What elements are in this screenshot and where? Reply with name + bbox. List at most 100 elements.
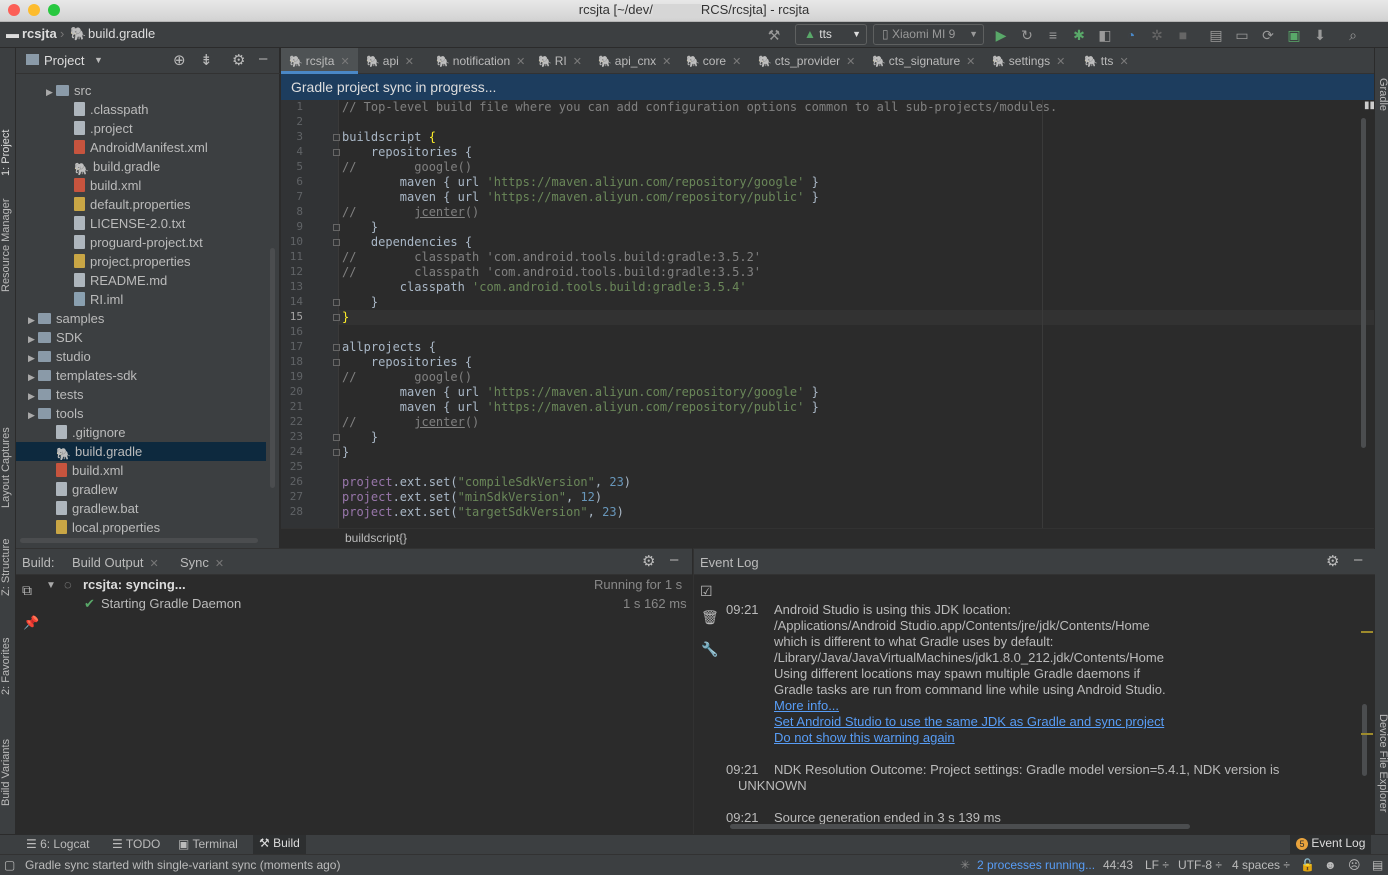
fold-marker-icon[interactable] bbox=[333, 314, 340, 321]
tree-item[interactable]: README.md bbox=[16, 271, 266, 290]
sync-gradle-icon[interactable]: ⟳ bbox=[1258, 25, 1278, 45]
build-child-node[interactable]: Starting Gradle Daemon bbox=[101, 596, 241, 612]
collapse-all-icon[interactable]: ⇟ bbox=[200, 51, 213, 69]
tree-item[interactable]: RI.iml bbox=[16, 290, 266, 309]
stripe-project[interactable]: 1: Project bbox=[0, 130, 12, 176]
close-tab-icon[interactable]: ✕ bbox=[573, 56, 582, 68]
code-line[interactable]: // google() bbox=[342, 370, 472, 385]
close-tab-icon[interactable]: ✕ bbox=[732, 56, 741, 68]
build-root-node[interactable]: rcsjta: syncing... bbox=[83, 577, 186, 593]
coverage-icon[interactable]: ◧ bbox=[1095, 25, 1115, 45]
code-line[interactable]: // google() bbox=[342, 160, 472, 175]
tree-item[interactable]: .project bbox=[16, 119, 266, 138]
code-line[interactable]: // jcenter() bbox=[342, 415, 479, 430]
use-same-jdk-link[interactable]: Set Android Studio to use the same JDK a… bbox=[774, 714, 1164, 730]
run-config-select[interactable]: ▲ tts ▼ bbox=[795, 24, 867, 45]
code-line[interactable]: } bbox=[342, 430, 378, 445]
tree-item[interactable]: LICENSE-2.0.txt bbox=[16, 214, 266, 233]
tree-item[interactable]: gradlew.bat bbox=[16, 499, 266, 518]
debug-icon[interactable]: ✱ bbox=[1069, 25, 1089, 45]
close-tab-icon[interactable]: ✕ bbox=[340, 56, 349, 68]
run-icon[interactable]: ▶ bbox=[991, 25, 1011, 45]
tree-item[interactable]: 🐘 build.gradle bbox=[16, 157, 266, 176]
close-tab-icon[interactable]: ✕ bbox=[846, 56, 855, 68]
tree-item[interactable]: build.xml bbox=[16, 461, 266, 480]
code-line[interactable]: maven { url 'https://maven.aliyun.com/re… bbox=[342, 190, 819, 205]
editor-scrollbar[interactable] bbox=[1361, 118, 1366, 448]
code-line[interactable]: project.ext.set("compileSdkVersion", 23) bbox=[342, 475, 631, 490]
fold-marker-icon[interactable] bbox=[333, 224, 340, 231]
code-line[interactable]: dependencies { bbox=[342, 235, 472, 250]
tree-item[interactable]: local.properties bbox=[16, 518, 266, 537]
tree-item[interactable]: .classpath bbox=[16, 100, 266, 119]
code-line[interactable]: maven { url 'https://maven.aliyun.com/re… bbox=[342, 400, 819, 415]
gear-icon[interactable]: ⚙ bbox=[1326, 552, 1339, 570]
search-icon[interactable]: ⌕ bbox=[1343, 25, 1363, 45]
trash-icon[interactable]: 🗑 bbox=[701, 609, 719, 626]
build-tool-button[interactable]: ⚒ Build bbox=[253, 835, 306, 854]
code-line[interactable]: maven { url 'https://maven.aliyun.com/re… bbox=[342, 385, 819, 400]
close-window-button[interactable] bbox=[8, 4, 20, 16]
file-encoding[interactable]: UTF-8 ÷ bbox=[1178, 858, 1222, 872]
minimize-window-button[interactable] bbox=[28, 4, 40, 16]
face-icon[interactable]: ☻ bbox=[1324, 858, 1337, 872]
sdk-manager-icon[interactable]: ⬇ bbox=[1310, 25, 1330, 45]
code-editor[interactable]: 1 2 3 4 5 6 7 8 9 10 11 12 13 14 15 16 17 18 19 20 21 22 23 24 2… bbox=[281, 100, 1374, 528]
todo-tool-button[interactable]: ☰ TODO bbox=[112, 837, 160, 851]
tab-tts[interactable]: 🐘 tts ✕ bbox=[1076, 48, 1136, 74]
fold-marker-icon[interactable] bbox=[333, 449, 340, 456]
feedback-icon[interactable]: ☹ bbox=[1348, 858, 1361, 872]
fold-marker-icon[interactable] bbox=[333, 344, 340, 351]
close-tab-icon[interactable]: ✕ bbox=[405, 56, 414, 68]
code-line[interactable]: // classpath 'com.android.tools.build:gr… bbox=[342, 265, 761, 280]
code-line[interactable]: // Top-level build file where you can ad… bbox=[342, 100, 1057, 115]
apply-changes-icon[interactable]: ≡ bbox=[1043, 25, 1063, 45]
tree-item[interactable]: ▶ templates-sdk bbox=[16, 366, 266, 385]
tree-item[interactable]: .gitignore bbox=[16, 423, 266, 442]
code-line[interactable]: classpath 'com.android.tools.build:gradl… bbox=[342, 280, 747, 295]
fold-marker-icon[interactable] bbox=[333, 299, 340, 306]
mark-read-icon[interactable]: ☑ bbox=[700, 583, 713, 600]
chevron-down-icon[interactable]: ▼ bbox=[46, 578, 56, 594]
wrench-icon[interactable]: 🔧 bbox=[701, 641, 718, 658]
indent-setting[interactable]: 4 spaces ÷ bbox=[1232, 858, 1290, 872]
tab-rcsjta[interactable]: 🐘 rcsjta ✕ bbox=[281, 48, 358, 74]
code-line[interactable]: project.ext.set("targetSdkVersion", 23) bbox=[342, 505, 624, 520]
fold-marker-icon[interactable] bbox=[333, 434, 340, 441]
stripe-gradle[interactable]: Gradle bbox=[1377, 78, 1388, 111]
close-tab-icon[interactable]: ✕ bbox=[1119, 56, 1128, 68]
close-tab-icon[interactable]: ✕ bbox=[966, 56, 975, 68]
code-line[interactable]: // jcenter() bbox=[342, 205, 479, 220]
stripe-layout-captures[interactable]: Layout Captures bbox=[0, 427, 12, 508]
pin-icon[interactable]: 📌 bbox=[23, 615, 39, 631]
tab-sync[interactable]: Sync ✕ bbox=[180, 555, 224, 570]
code-line[interactable]: allprojects { bbox=[342, 340, 436, 355]
fold-marker-icon[interactable] bbox=[333, 134, 340, 141]
tree-item[interactable]: build.xml bbox=[16, 176, 266, 195]
gear-icon[interactable]: ⚙ bbox=[232, 51, 245, 69]
processes-running-link[interactable]: 2 processes running... bbox=[977, 858, 1095, 872]
event-log-vscrollbar[interactable] bbox=[1362, 704, 1367, 776]
breadcrumb-file[interactable]: build.gradle bbox=[88, 26, 155, 41]
tab-core[interactable]: 🐘 core ✕ bbox=[678, 48, 750, 74]
toggle-tool-windows-icon[interactable]: ▢ bbox=[4, 858, 15, 872]
tree-item[interactable]: ▶ tools bbox=[16, 404, 266, 423]
attach-debugger-icon[interactable]: ✲ bbox=[1147, 25, 1167, 45]
more-info-link[interactable]: More info... bbox=[774, 698, 839, 714]
code-line[interactable]: } bbox=[342, 220, 378, 235]
restart-icon[interactable]: ⧉ bbox=[22, 582, 32, 599]
code-line[interactable]: } bbox=[342, 445, 349, 460]
code-line[interactable]: repositories { bbox=[342, 355, 472, 370]
tree-vertical-scrollbar[interactable] bbox=[270, 248, 275, 488]
code-line[interactable]: // classpath 'com.android.tools.build:gr… bbox=[342, 250, 761, 265]
tree-horizontal-scrollbar[interactable] bbox=[20, 538, 258, 543]
stripe-favorites[interactable]: 2: Favorites bbox=[0, 638, 12, 695]
hammer-icon[interactable]: ⚒ bbox=[764, 25, 784, 45]
zoom-window-button[interactable] bbox=[48, 4, 60, 16]
tree-item[interactable]: default.properties bbox=[16, 195, 266, 214]
tab-settings[interactable]: 🐘 settings ✕ bbox=[984, 48, 1076, 74]
tree-item[interactable]: ▶ samples bbox=[16, 309, 266, 328]
close-tab-icon[interactable]: ✕ bbox=[662, 56, 671, 68]
tab-build-output[interactable]: Build Output ✕ bbox=[72, 555, 159, 570]
status-message[interactable]: Gradle sync started with single-variant … bbox=[25, 858, 340, 872]
